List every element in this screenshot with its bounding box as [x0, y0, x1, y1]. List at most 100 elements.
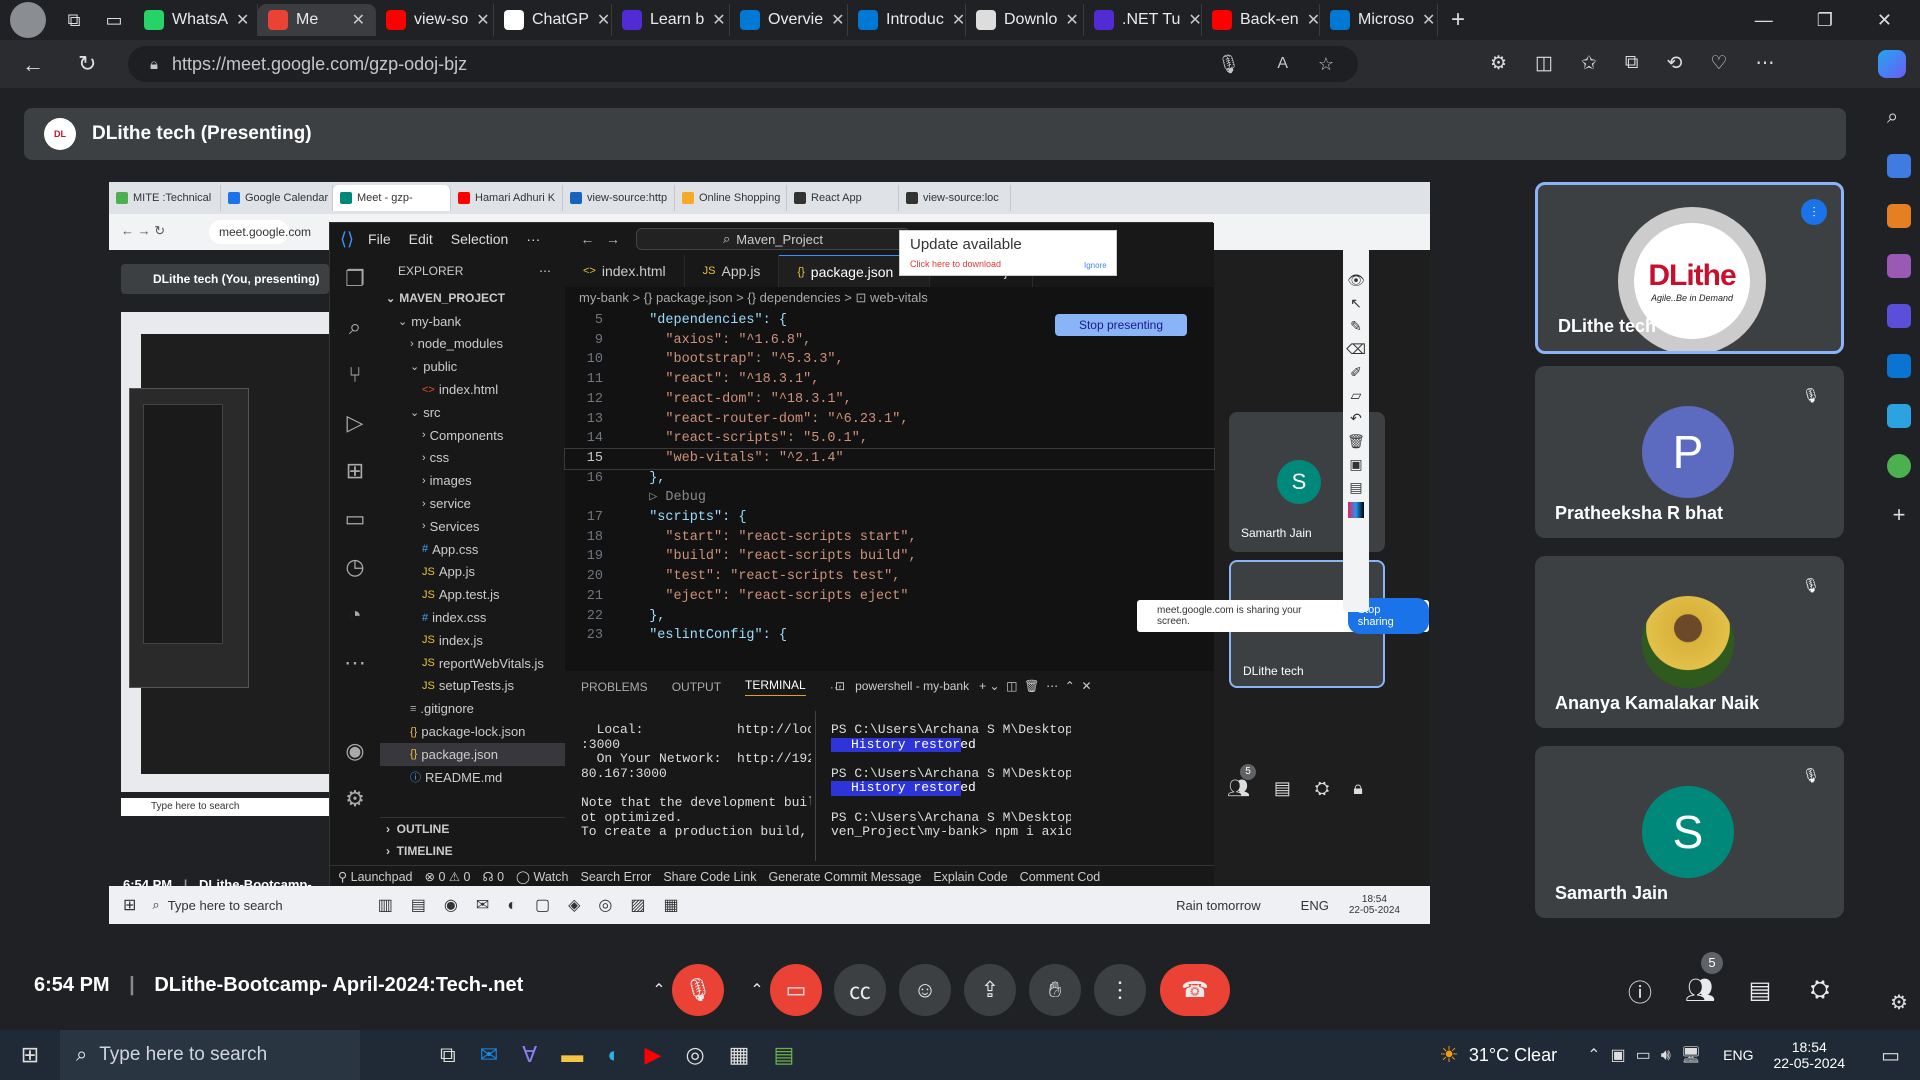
participant-tile-2[interactable]: 🎙︎ P Pratheeksha R bhat: [1535, 366, 1844, 538]
status-item[interactable]: Generate Commit Message: [768, 870, 921, 884]
eraser-icon[interactable]: ⌫: [1346, 341, 1366, 358]
participant-tile-3[interactable]: 🎙︎ Ananya Kamalakar Naik: [1535, 556, 1844, 728]
youtube-icon[interactable]: ▶: [645, 1042, 662, 1068]
activities-icon[interactable]: ⛭: [1315, 778, 1329, 799]
stop-presenting-button[interactable]: Stop presenting: [1055, 314, 1187, 336]
activities-icon[interactable]: ⛭: [1802, 972, 1838, 1008]
explorer-icon[interactable]: ❐: [330, 255, 380, 303]
tree-item[interactable]: › Components: [380, 424, 565, 447]
tree-item[interactable]: JS App.test.js: [380, 583, 565, 606]
url-field[interactable]: 🔒︎ https://meet.google.com/gzp-odoj-bjz …: [128, 46, 1358, 82]
panel-tab[interactable]: TERMINAL: [745, 678, 806, 696]
close-tab-icon[interactable]: ✕: [831, 10, 844, 30]
leave-call-button[interactable]: ☎︎: [1160, 964, 1230, 1016]
copilot-side-icon[interactable]: [1887, 304, 1911, 328]
browser-tab[interactable]: Microso ✕: [1320, 4, 1438, 36]
clipboard-icon[interactable]: ▤: [1349, 479, 1362, 496]
close-tab-icon[interactable]: ✕: [1188, 10, 1201, 30]
add-icon[interactable]: +: [1887, 502, 1911, 527]
tree-item[interactable]: › node_modules: [380, 333, 565, 356]
new-tab-button[interactable]: +: [1438, 6, 1478, 34]
settings-icon[interactable]: ⚙: [1887, 990, 1911, 1014]
outline-section[interactable]: OUTLINE: [397, 822, 450, 836]
terminal-output-right[interactable]: PS C:\Users\Archana S M\Desktop\Ma Histor…: [831, 723, 1071, 840]
marker-icon[interactable]: ✐: [1350, 364, 1362, 381]
app-icon[interactable]: ▤: [773, 1042, 794, 1068]
tree-item[interactable]: ⌄ src: [380, 401, 565, 424]
pen-icon[interactable]: ✎: [1350, 318, 1362, 335]
tree-item[interactable]: JS reportWebVitals.js: [380, 652, 565, 675]
meeting-info-icon[interactable]: ⓘ: [1622, 972, 1658, 1008]
favorites-icon[interactable]: ✩: [1581, 52, 1597, 75]
raise-hand-button[interactable]: ✋︎: [1029, 964, 1081, 1016]
tree-item[interactable]: ⓘ README.md: [380, 766, 565, 789]
more-icon[interactable]: ⋯: [330, 639, 380, 687]
color-palette-icon[interactable]: [1348, 502, 1364, 518]
maximize-button[interactable]: ❐: [1817, 10, 1833, 31]
mic-icon[interactable]: 🎙︎: [1217, 54, 1240, 75]
tree-item[interactable]: ⌄ MAVEN_PROJECT: [380, 287, 565, 310]
profile-avatar[interactable]: [10, 2, 46, 38]
browser-tab[interactable]: .NET Tu ✕: [1084, 4, 1202, 36]
vscode-menu-item[interactable]: Edit: [409, 231, 433, 247]
status-item[interactable]: ⚲ Launchpad: [338, 869, 413, 884]
tree-item[interactable]: ≡ .gitignore: [380, 697, 565, 720]
timeline-icon[interactable]: ◷: [330, 543, 380, 591]
run-debug-icon[interactable]: ▷: [330, 399, 380, 447]
tree-item[interactable]: › images: [380, 469, 565, 492]
browser-tab[interactable]: ChatGP ✕: [494, 4, 612, 36]
shared-taskbar-search[interactable]: Type here to search: [168, 898, 338, 913]
close-tab-icon[interactable]: ✕: [952, 10, 965, 30]
more-options-button[interactable]: ⋮: [1094, 964, 1146, 1016]
store-icon[interactable]: ▦: [729, 1042, 750, 1068]
close-tab-icon[interactable]: ✕: [1065, 10, 1078, 30]
task-view-icon[interactable]: ⧉: [440, 1042, 456, 1068]
search-icon[interactable]: ⌕: [330, 303, 380, 351]
update-popup[interactable]: Update available Click here to download …: [899, 230, 1117, 276]
browser-tab[interactable]: Overvie ✕: [730, 4, 848, 36]
vscode-menu-item[interactable]: ···: [526, 231, 540, 247]
history-icon[interactable]: ⟲: [1667, 52, 1683, 75]
present-button[interactable]: ⇪: [964, 964, 1016, 1016]
refresh-button[interactable]: ↻: [78, 51, 96, 77]
tree-item[interactable]: # App.css: [380, 538, 565, 561]
status-item[interactable]: ☊ 0: [483, 869, 505, 884]
back-button[interactable]: ←: [22, 52, 44, 78]
tree-item[interactable]: {} package-lock.json: [380, 720, 565, 743]
collections-icon[interactable]: ⧉: [1625, 52, 1639, 75]
edge-icon[interactable]: ◐: [607, 1042, 620, 1068]
tools-icon[interactable]: [1887, 204, 1911, 228]
tree-item[interactable]: JS setupTests.js: [380, 675, 565, 698]
browser-tab[interactable]: Back-en ✕: [1202, 4, 1320, 36]
captions-button[interactable]: ㏄: [834, 964, 886, 1016]
status-item[interactable]: ◯ Watch: [516, 869, 568, 884]
shopping-icon[interactable]: [1887, 154, 1911, 178]
more-icon[interactable]: ⋯: [1755, 52, 1774, 75]
start-icon[interactable]: ⊞: [123, 895, 136, 915]
participant-tile-4[interactable]: 🎙︎ S Samarth Jain: [1535, 746, 1844, 918]
browser-tab[interactable]: Me ✕: [258, 4, 376, 36]
editor-tab[interactable]: <> index.html: [565, 255, 685, 287]
people-icon[interactable]: 👥︎: [1227, 778, 1250, 799]
tree-item[interactable]: <> index.html: [380, 378, 565, 401]
tree-item[interactable]: JS index.js: [380, 629, 565, 652]
video-options-button[interactable]: ⌃: [744, 964, 770, 1016]
close-tab-icon[interactable]: ✕: [476, 10, 489, 30]
browser-tab[interactable]: Learn b ✕: [612, 4, 730, 36]
account-icon[interactable]: ◉: [330, 727, 380, 775]
copilot-icon[interactable]: [1878, 50, 1906, 78]
close-tab-icon[interactable]: ✕: [352, 10, 365, 30]
start-icon[interactable]: ⊞: [0, 1042, 60, 1068]
status-item[interactable]: ⊗ 0 ⚠ 0: [425, 869, 471, 884]
editor-tab[interactable]: JS App.js: [685, 255, 780, 287]
status-item[interactable]: Share Code Link: [663, 870, 756, 884]
tree-item[interactable]: {} package.json: [380, 742, 565, 766]
panel-tab[interactable]: PROBLEMS: [581, 680, 648, 694]
code-lines[interactable]: 5 "dependencies": {9 "axios": "^1.6.8", 1…: [564, 309, 1215, 646]
update-subtitle[interactable]: Click here to download: [910, 259, 1001, 269]
folder-icon[interactable]: ▭: [330, 495, 380, 543]
remote-icon[interactable]: ◔: [330, 591, 380, 639]
status-item[interactable]: Search Error: [580, 870, 651, 884]
close-window-button[interactable]: ✕: [1877, 10, 1892, 31]
file-explorer-icon[interactable]: ▬: [561, 1042, 583, 1068]
